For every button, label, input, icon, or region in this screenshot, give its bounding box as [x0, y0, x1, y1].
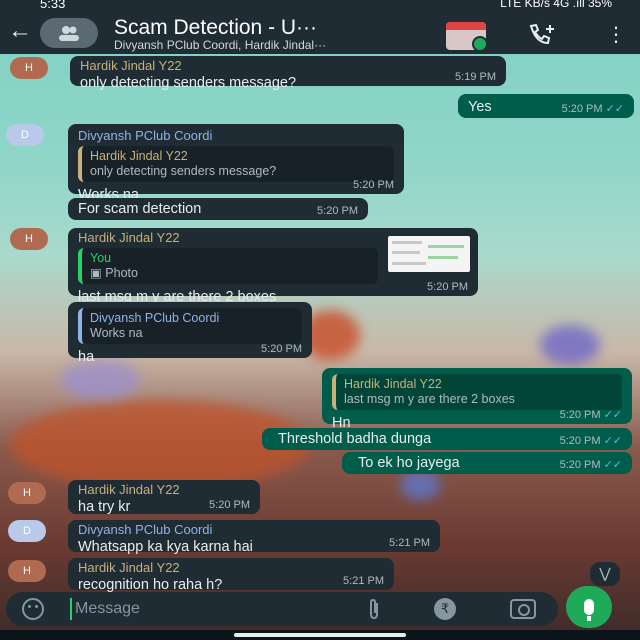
quoted-sender: Divyansh PClub Coordi — [90, 311, 220, 325]
message-bubble[interactable]: Divyansh PClub Coordi Whatsapp ka kya ka… — [68, 520, 440, 555]
message-bubble[interactable]: Hardik Jindal Y22 only detecting senders… — [70, 56, 506, 91]
chat-header: ← Scam Detection - U··· Divyansh PClub C… — [0, 10, 640, 54]
message-bubble[interactable]: Hardik Jindal Y22 You ▣ Photo last msg m… — [68, 228, 478, 305]
wallpaper-flower — [60, 360, 140, 400]
avatar[interactable]: H — [10, 57, 48, 79]
quoted-sender: Hardik Jindal Y22 — [90, 149, 188, 163]
sender-name[interactable]: Hardik Jindal Y22 — [80, 58, 496, 74]
read-ticks-icon: ✓✓ — [603, 435, 622, 447]
quoted-message[interactable]: You ▣ Photo — [78, 248, 378, 284]
sender-name[interactable]: Hardik Jindal Y22 — [78, 482, 250, 498]
read-ticks-icon: ✓✓ — [603, 409, 622, 421]
rupee-icon[interactable]: ₹ — [434, 598, 456, 620]
message-text: only detecting senders message? — [80, 75, 297, 91]
group-avatar-icon[interactable] — [40, 18, 98, 48]
read-ticks-icon: ✓✓ — [605, 103, 624, 115]
message-text: Whatsapp ka kya karna hai — [78, 539, 253, 555]
avatar[interactable]: D — [8, 520, 46, 542]
message-bubble[interactable]: Divyansh PClub Coordi Works na ha 5:20 P… — [68, 302, 312, 365]
mic-button[interactable] — [566, 586, 612, 628]
avatar[interactable]: D — [6, 124, 44, 146]
wallpaper-flower — [400, 470, 440, 500]
avatar[interactable]: H — [8, 560, 46, 582]
message-bubble[interactable]: Hardik Jindal Y22 recognition ho raha h?… — [68, 558, 394, 593]
message-input[interactable] — [70, 598, 330, 620]
avatar[interactable]: H — [8, 482, 46, 504]
quoted-sender: You — [90, 251, 112, 265]
photo-icon: ▣ — [90, 266, 106, 280]
system-nav-bar — [0, 630, 640, 640]
wallpaper-flower — [540, 325, 600, 365]
message-time: 5:20 PM ✓✓ — [559, 435, 622, 447]
message-time: 5:21 PM — [343, 575, 384, 587]
message-bubble[interactable]: Threshold badha dunga 5:20 PM ✓✓ — [262, 428, 632, 450]
message-bubble[interactable]: Divyansh PClub Coordi Hardik Jindal Y22 … — [68, 124, 404, 203]
message-bubble[interactable]: To ek ho jayega 5:20 PM ✓✓ — [342, 452, 632, 474]
scroll-down-icon[interactable]: ⋁ — [590, 562, 620, 586]
message-time: 5:20 PM — [427, 281, 468, 293]
message-bubble[interactable]: For scam detection 5:20 PM — [68, 198, 368, 220]
more-vert-icon[interactable]: ⋮ — [606, 22, 626, 46]
sender-name[interactable]: Hardik Jindal Y22 — [78, 560, 384, 576]
back-arrow-icon[interactable]: ← — [8, 19, 34, 44]
add-call-icon[interactable] — [528, 22, 560, 46]
emoji-icon[interactable] — [22, 598, 44, 620]
quoted-text: last msg m y are there 2 boxes — [344, 392, 515, 406]
message-time: 5:19 PM — [455, 71, 496, 83]
message-time: 5:21 PM — [389, 537, 430, 549]
mic-icon — [584, 599, 594, 621]
status-bar: 5:33 LTE KB/s 4G .ıll 35% — [0, 0, 640, 10]
status-time: 5:33 — [40, 0, 66, 10]
camera-icon[interactable] — [510, 599, 536, 619]
avatar[interactable]: H — [10, 228, 48, 250]
quoted-text: Works na — [90, 326, 143, 340]
message-time: 5:20 PM — [261, 343, 302, 355]
message-bubble[interactable]: Yes 5:20 PM ✓✓ — [458, 94, 634, 118]
message-time: 5:20 PM ✓✓ — [559, 409, 622, 421]
quoted-message[interactable]: Hardik Jindal Y22 only detecting senders… — [78, 146, 394, 182]
status-info: LTE KB/s 4G .ıll 35% — [500, 0, 612, 10]
quoted-message[interactable]: Divyansh PClub Coordi Works na — [78, 308, 302, 344]
message-text: For scam detection — [78, 201, 202, 217]
read-ticks-icon: ✓✓ — [603, 459, 622, 471]
chat-title[interactable]: Scam Detection - U··· — [114, 16, 414, 40]
message-time: 5:20 PM — [317, 205, 358, 217]
sender-name[interactable]: Divyansh PClub Coordi — [78, 128, 394, 144]
sender-name[interactable]: Divyansh PClub Coordi — [78, 522, 430, 538]
quoted-text: only detecting senders message? — [90, 164, 277, 178]
photo-thumbnail[interactable] — [388, 236, 470, 272]
message-time: 5:20 PM ✓✓ — [559, 459, 622, 471]
message-bubble[interactable]: Hardik Jindal Y22 ha try kr 5:20 PM — [68, 480, 260, 515]
quoted-message[interactable]: Hardik Jindal Y22 last msg m y are there… — [332, 374, 622, 410]
calendar-icon[interactable] — [446, 22, 488, 52]
quoted-text: ▣ Photo — [90, 266, 138, 280]
message-time: 5:20 PM — [209, 499, 250, 511]
quoted-sender: Hardik Jindal Y22 — [344, 377, 442, 391]
message-time: 5:20 PM ✓✓ — [561, 103, 624, 115]
message-time: 5:20 PM — [353, 179, 394, 191]
chat-subtitle[interactable]: Divyansh PClub Coordi, Hardik Jindal··· — [114, 38, 414, 52]
nav-handle[interactable] — [234, 633, 406, 637]
message-composer: ₹ — [6, 592, 558, 626]
attach-icon[interactable] — [366, 598, 386, 620]
message-bubble[interactable]: Hardik Jindal Y22 last msg m y are there… — [322, 368, 632, 431]
